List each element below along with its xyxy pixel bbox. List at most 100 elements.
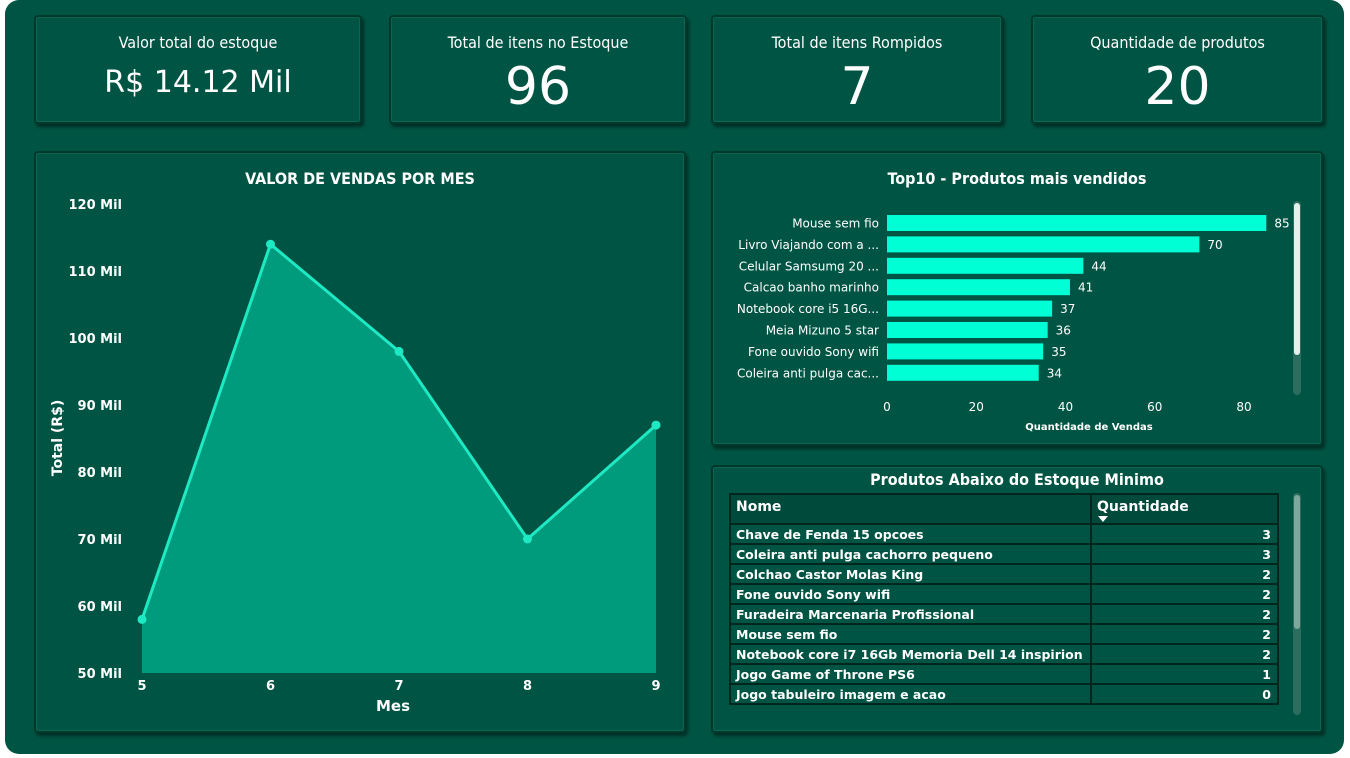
- x-tick-label: 7: [394, 679, 403, 694]
- data-label: 37: [1060, 302, 1075, 316]
- top10-products-chart: Mouse sem fio 85 Livro Viajando com a ... 7…: [737, 215, 1290, 433]
- kpi-title: Quantidade de produtos: [1090, 33, 1265, 52]
- bar: [887, 236, 1200, 253]
- cell-quantity: 3: [1262, 527, 1271, 542]
- kpi-value: 96: [504, 57, 572, 117]
- column-header-quantity[interactable]: Quantidade: [1097, 499, 1189, 515]
- kpi-card-stock-value[interactable]: Valor total do estoque R$ 14.12 Mil: [34, 15, 362, 124]
- bar: [887, 257, 1084, 274]
- x-tick-label: 0: [883, 400, 891, 414]
- column-divider: [1090, 495, 1092, 525]
- kpi-title: Total de itens Rompidos: [771, 33, 943, 52]
- table-row[interactable]: Fone ouvido Sony wifi 2: [729, 585, 1279, 605]
- cell-quantity: 0: [1262, 687, 1271, 702]
- cell-quantity: 2: [1262, 587, 1271, 602]
- column-divider: [1090, 525, 1092, 543]
- x-tick-label: 20: [969, 400, 984, 414]
- cell-name: Mouse sem fio: [736, 627, 838, 642]
- cell-quantity: 1: [1262, 667, 1271, 682]
- table-row[interactable]: Jogo tabuleiro imagem e acao 0: [729, 685, 1279, 705]
- category-label: Notebook core i5 16G...: [737, 302, 879, 316]
- y-tick-label: 90 Mil: [78, 399, 122, 414]
- x-tick-label: 6: [266, 679, 275, 694]
- sort-descending-icon[interactable]: [1098, 516, 1108, 522]
- top10-products-panel[interactable]: Top10 - Produtos mais vendidos Mouse sem…: [711, 151, 1323, 446]
- table-row[interactable]: Notebook core i7 16Gb Memoria Dell 14 in…: [729, 645, 1279, 665]
- kpi-title: Valor total do estoque: [118, 33, 278, 52]
- category-label: Meia Mizuno 5 star: [766, 324, 879, 338]
- column-divider: [1090, 585, 1092, 603]
- category-label: Fone ouvido Sony wifi: [748, 345, 879, 359]
- category-label: Mouse sem fio: [792, 217, 879, 231]
- bar: [887, 364, 1039, 381]
- column-divider: [1090, 645, 1092, 663]
- kpi-card-product-count[interactable]: Quantidade de produtos 20: [1031, 15, 1324, 124]
- cell-name: Jogo tabuleiro imagem e acao: [736, 687, 946, 702]
- bar: [887, 215, 1267, 231]
- y-tick-label: 70 Mil: [78, 533, 122, 548]
- category-label: Calcao banho marinho: [744, 281, 879, 295]
- table-row[interactable]: Mouse sem fio 2: [729, 625, 1279, 645]
- y-tick-label: 120 Mil: [68, 198, 122, 213]
- table-row[interactable]: Furadeira Marcenaria Profissional 2: [729, 605, 1279, 625]
- y-tick-label: 80 Mil: [78, 466, 122, 481]
- kpi-value: 20: [1144, 57, 1211, 117]
- column-divider: [1090, 565, 1092, 583]
- x-tick-label: 8: [523, 679, 532, 694]
- column-divider: [1090, 605, 1092, 623]
- below-min-stock-table: Nome Quantidade Chave de Fenda 15 opcoes…: [729, 493, 1279, 713]
- data-point: [523, 534, 532, 544]
- data-label: 34: [1047, 366, 1062, 380]
- cell-name: Furadeira Marcenaria Profissional: [736, 607, 975, 622]
- kpi-card-stock-items[interactable]: Total de itens no Estoque 96: [389, 15, 687, 124]
- chart-scrollbar-thumb[interactable]: [1294, 203, 1300, 355]
- bar: [887, 279, 1070, 296]
- sales-by-month-panel[interactable]: VALOR DE VENDAS POR MES 50 Mil 60 Mil 70 M…: [34, 151, 686, 733]
- cell-quantity: 2: [1262, 647, 1271, 662]
- bar: [887, 343, 1044, 360]
- x-axis-label: Mes: [376, 697, 410, 715]
- cell-name: Notebook core i7 16Gb Memoria Dell 14 in…: [736, 647, 1083, 662]
- area-fill: [142, 244, 656, 673]
- category-label: Livro Viajando com a ...: [738, 238, 879, 252]
- table-header: Nome Quantidade: [729, 493, 1279, 525]
- cell-name: Colchao Castor Molas King: [736, 567, 924, 582]
- data-label: 85: [1274, 217, 1289, 231]
- data-label: 44: [1091, 259, 1106, 273]
- x-tick-label: 60: [1147, 400, 1162, 414]
- y-tick-label: 50 Mil: [78, 667, 122, 682]
- data-label: 36: [1056, 324, 1071, 338]
- table-row[interactable]: Colchao Castor Molas King 2: [729, 565, 1279, 585]
- x-tick-label: 9: [651, 679, 660, 694]
- table-body: Chave de Fenda 15 opcoes 3 Coleira anti pu…: [729, 525, 1279, 705]
- x-tick-label: 40: [1058, 400, 1073, 414]
- y-tick-label: 110 Mil: [68, 265, 122, 280]
- column-header-name[interactable]: Nome: [736, 499, 781, 515]
- table-row[interactable]: Chave de Fenda 15 opcoes 3: [729, 525, 1279, 545]
- data-point: [651, 420, 661, 430]
- bar: [887, 300, 1053, 317]
- category-label: Celular Samsumg 20 ...: [739, 259, 879, 273]
- table-scrollbar-thumb[interactable]: [1294, 495, 1300, 629]
- kpi-card-broken-items[interactable]: Total de itens Rompidos 7: [711, 15, 1003, 124]
- x-tick-label: 5: [137, 679, 146, 694]
- column-divider: [1090, 545, 1092, 563]
- dashboard-background: Valor total do estoque R$ 14.12 Mil Tota…: [5, 0, 1344, 754]
- y-tick-label: 60 Mil: [78, 600, 122, 615]
- data-point: [266, 239, 275, 249]
- x-axis-label: Quantidade de Vendas: [1025, 422, 1152, 433]
- table-row[interactable]: Coleira anti pulga cachorro pequeno 3: [729, 545, 1279, 565]
- column-divider: [1090, 665, 1092, 683]
- cell-quantity: 3: [1262, 547, 1271, 562]
- kpi-value: R$ 14.12 Mil: [104, 65, 292, 100]
- bar: [887, 322, 1048, 338]
- data-point: [394, 346, 404, 356]
- data-label: 70: [1207, 238, 1222, 252]
- cell-name: Fone ouvido Sony wifi: [736, 587, 891, 602]
- cell-name: Jogo Game of Throne PS6: [736, 667, 915, 682]
- below-min-stock-panel[interactable]: Produtos Abaixo do Estoque Minimo Nome Q…: [711, 465, 1323, 733]
- sales-by-month-chart: 50 Mil 60 Mil 70 Mil 80 Mil 90 Mil 100 Mil 110…: [50, 198, 661, 715]
- table-row[interactable]: Jogo Game of Throne PS6 1: [729, 665, 1279, 685]
- table-title: Produtos Abaixo do Estoque Minimo: [870, 470, 1164, 489]
- cell-name: Chave de Fenda 15 opcoes: [736, 527, 924, 542]
